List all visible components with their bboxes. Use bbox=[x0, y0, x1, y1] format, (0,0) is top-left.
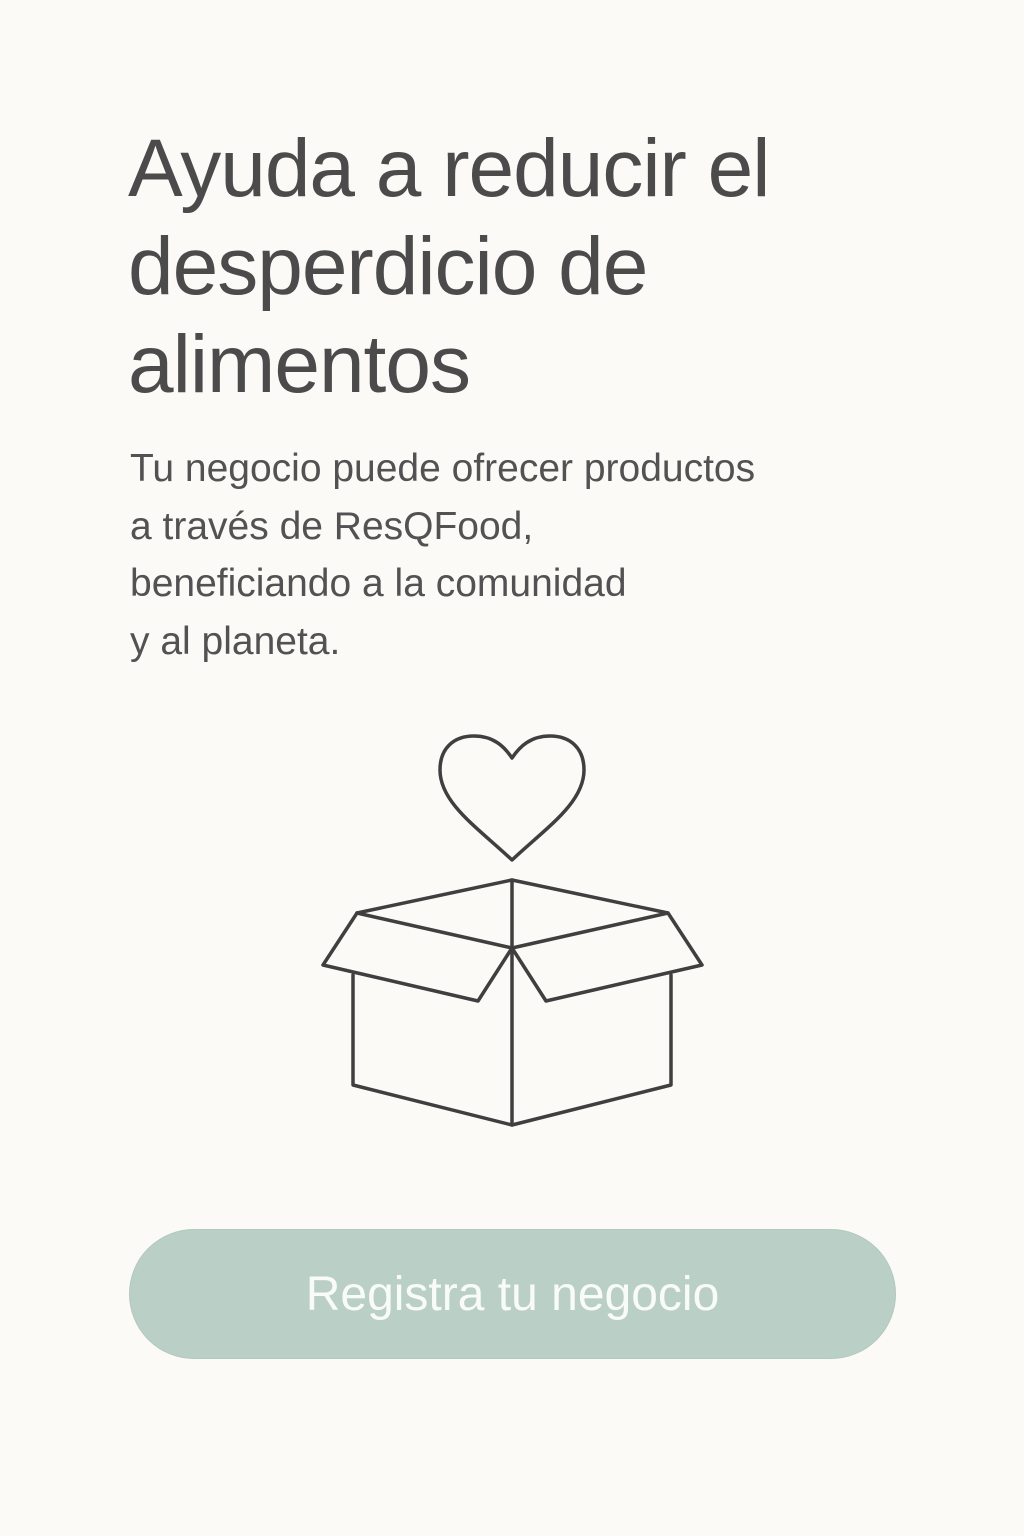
onboarding-screen: Ayuda a reducir el desperdicio de alimen… bbox=[0, 0, 1024, 1536]
page-description-line-4: y al planeta. bbox=[130, 619, 341, 663]
register-business-button[interactable]: Registra tu negocio bbox=[129, 1229, 896, 1359]
page-title-line-1: Ayuda a reducir el bbox=[128, 123, 770, 214]
page-description: Tu negocio puede ofrecer productos a tra… bbox=[130, 440, 890, 670]
heart-icon bbox=[438, 734, 586, 862]
open-box-icon bbox=[321, 878, 704, 1127]
page-title: Ayuda a reducir el desperdicio de alimen… bbox=[128, 120, 908, 414]
page-description-line-1: Tu negocio puede ofrecer productos bbox=[130, 447, 756, 490]
page-description-line-2: a través de ResQFood, bbox=[130, 504, 534, 548]
donation-box-illustration bbox=[300, 720, 724, 1150]
page-title-line-2: desperdicio de bbox=[128, 221, 648, 312]
page-description-line-3: beneficiando a la comunidad bbox=[130, 562, 627, 605]
page-title-line-3: alimentos bbox=[128, 319, 471, 410]
illustration-svg bbox=[321, 734, 704, 1127]
